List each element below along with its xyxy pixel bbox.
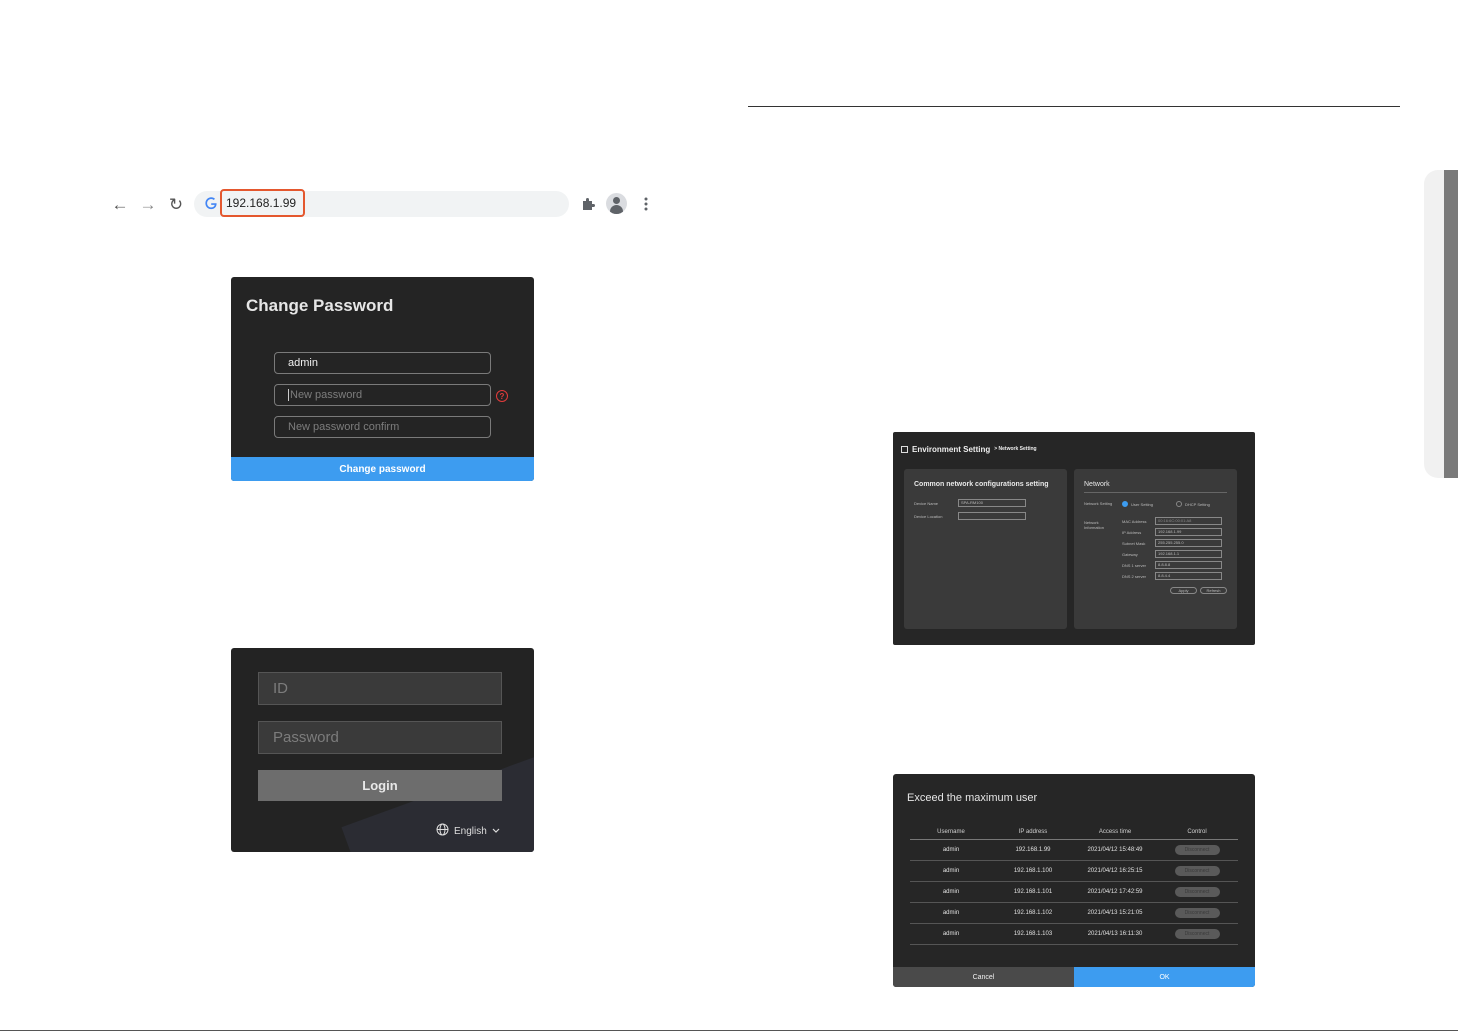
chapter-side-tab-bar	[1444, 170, 1458, 478]
url-input[interactable]: 192.168.1.99	[220, 189, 305, 217]
users-table: Username IP address Access time Control …	[910, 824, 1238, 945]
footer-rule	[0, 1030, 1458, 1031]
disconnect-button[interactable]: Disconnect	[1174, 908, 1220, 918]
network-divider	[1084, 492, 1227, 493]
common-heading: Common network configurations setting	[914, 481, 1049, 488]
subnet-mask-label: Subnet Mask	[1122, 541, 1146, 546]
network-setting-label: Network Setting	[1084, 501, 1113, 506]
user-setting-radio[interactable]	[1122, 501, 1128, 507]
table-row: admin 192.168.1.100 2021/04/12 16:25:15 …	[910, 861, 1238, 882]
dns1-input[interactable]: 8.8.8.8	[1155, 561, 1222, 569]
change-password-dialog: Change Password admin New password ? New…	[231, 277, 534, 481]
table-header: Username IP address Access time Control	[910, 824, 1238, 840]
cell-ip: 192.168.1.99	[1015, 847, 1051, 853]
id-input[interactable]: ID	[258, 672, 502, 705]
cell-username: admin	[942, 847, 960, 853]
table-row: admin 192.168.1.99 2021/04/12 15:48:49 D…	[910, 840, 1238, 861]
table-row: admin 192.168.1.102 2021/04/13 15:21:05 …	[910, 903, 1238, 924]
dialog-buttons: Cancel OK	[893, 967, 1255, 987]
cancel-button[interactable]: Cancel	[893, 967, 1074, 987]
window-title-bar: Environment Setting > Network Setting	[901, 440, 1037, 458]
kebab-menu-icon[interactable]	[636, 194, 656, 214]
cell-time: 2021/04/13 15:21:05	[1087, 910, 1143, 916]
dns2-label: DNS 2 server	[1122, 574, 1147, 579]
password-input[interactable]: Password	[258, 721, 502, 754]
cell-time: 2021/04/12 15:48:49	[1087, 847, 1143, 853]
gateway-label: Gateway	[1122, 552, 1138, 557]
cell-time: 2021/04/13 16:11:30	[1087, 931, 1143, 937]
ip-address-input[interactable]: 192.168.1.99	[1155, 528, 1222, 536]
avatar-icon[interactable]	[606, 193, 627, 214]
cell-ip: 192.168.1.102	[1013, 910, 1053, 916]
disconnect-button[interactable]: Disconnect	[1174, 845, 1220, 855]
chevron-down-icon	[492, 826, 500, 837]
disconnect-button[interactable]: Disconnect	[1174, 866, 1220, 876]
cell-time: 2021/04/12 16:25:15	[1087, 868, 1143, 874]
globe-icon	[436, 823, 449, 839]
dialog-title: Exceed the maximum user	[907, 792, 1038, 804]
new-password-field[interactable]: New password	[274, 384, 491, 406]
refresh-button[interactable]: Refresh	[1200, 587, 1227, 594]
disconnect-button[interactable]: Disconnect	[1174, 887, 1220, 897]
header-ip: IP address	[1018, 828, 1048, 835]
cell-ip: 192.168.1.101	[1013, 889, 1053, 895]
dhcp-setting-radio[interactable]	[1176, 501, 1182, 507]
gateway-input[interactable]: 192.168.1.1	[1155, 550, 1222, 558]
dhcp-setting-label: DHCP Setting	[1185, 502, 1210, 507]
device-location-label: Device Location	[914, 514, 943, 519]
username-field[interactable]: admin	[274, 352, 491, 374]
user-setting-label: User Setting	[1131, 502, 1154, 507]
table-row: admin 192.168.1.103 2021/04/13 16:11:30 …	[910, 924, 1238, 945]
google-logo-icon	[204, 195, 220, 213]
common-settings-card: Common network configurations setting De…	[904, 469, 1067, 629]
ip-address-label: IP Address	[1122, 530, 1142, 535]
breadcrumb: > Network Setting	[994, 446, 1037, 452]
forward-arrow-icon[interactable]: →	[138, 194, 158, 214]
cell-username: admin	[942, 910, 960, 916]
cell-username: admin	[942, 889, 960, 895]
exceed-max-user-dialog: Exceed the maximum user Username IP addr…	[893, 774, 1255, 987]
window-box-icon	[901, 440, 908, 458]
network-card: Network Network Setting User Setting DHC…	[1074, 469, 1237, 629]
header-control: Control	[1187, 828, 1207, 835]
cell-username: admin	[942, 931, 960, 937]
environment-setting-window: Environment Setting > Network Setting Co…	[893, 432, 1255, 645]
mac-address-input: 00:16:6C:00:01:A8	[1155, 517, 1222, 525]
section-rule	[748, 106, 1400, 107]
login-dialog: ID Password Login English	[231, 648, 534, 852]
device-name-label: Device Name	[914, 501, 939, 506]
cell-ip: 192.168.1.100	[1013, 868, 1053, 874]
language-label: English	[454, 825, 487, 837]
device-name-input[interactable]: SPA-RM100	[958, 499, 1026, 507]
puzzle-icon[interactable]	[578, 194, 598, 214]
ok-button[interactable]: OK	[1074, 967, 1255, 987]
table-row: admin 192.168.1.101 2021/04/12 17:42:59 …	[910, 882, 1238, 903]
cell-username: admin	[942, 868, 960, 874]
network-information-label-2: Information	[1084, 525, 1105, 530]
change-password-button[interactable]: Change password	[231, 457, 534, 481]
url-text: 192.168.1.99	[226, 196, 297, 210]
cell-time: 2021/04/12 17:42:59	[1087, 889, 1143, 895]
subnet-mask-input[interactable]: 255.255.255.0	[1155, 539, 1222, 547]
reload-icon[interactable]: ↻	[166, 194, 186, 214]
header-access-time: Access time	[1098, 828, 1132, 835]
window-title: Environment Setting	[912, 444, 991, 454]
dns2-input[interactable]: 8.8.4.4	[1155, 572, 1222, 580]
language-selector[interactable]: English	[436, 823, 500, 839]
dns1-label: DNS 1 server	[1122, 563, 1147, 568]
mac-address-label: MAC Address	[1122, 519, 1147, 524]
header-username: Username	[937, 828, 965, 835]
disconnect-button[interactable]: Disconnect	[1174, 929, 1220, 939]
login-button[interactable]: Login	[258, 770, 502, 801]
dialog-title: Change Password	[246, 296, 394, 315]
new-password-confirm-field[interactable]: New password confirm	[274, 416, 491, 438]
help-icon[interactable]: ?	[496, 390, 508, 402]
network-heading: Network	[1084, 481, 1110, 488]
cell-ip: 192.168.1.103	[1013, 931, 1053, 937]
back-arrow-icon[interactable]: ←	[110, 194, 130, 214]
device-location-input[interactable]	[958, 512, 1026, 520]
apply-button[interactable]: Apply	[1170, 587, 1197, 594]
